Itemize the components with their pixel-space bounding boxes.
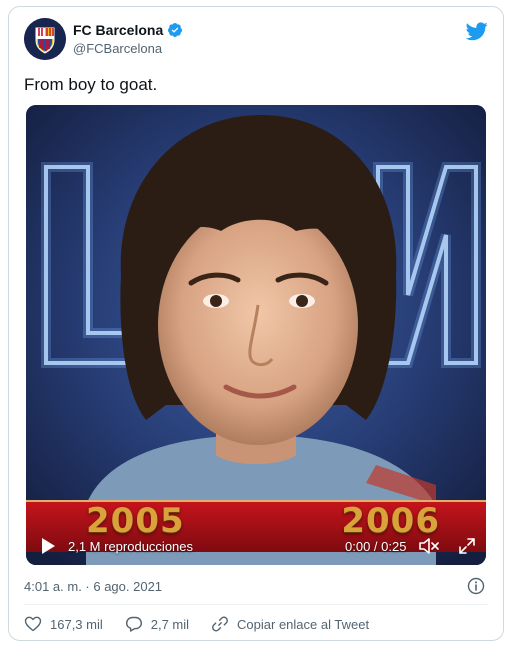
display-name-row: FC Barcelona bbox=[73, 22, 183, 38]
copy-link-button[interactable]: Copiar enlace al Tweet bbox=[211, 615, 369, 633]
reply-icon bbox=[125, 616, 142, 632]
divider bbox=[24, 604, 488, 605]
video-time: 0:00 / 0:25 bbox=[345, 539, 407, 554]
reply-button[interactable]: 2,7 mil bbox=[125, 615, 189, 633]
heart-icon bbox=[24, 616, 42, 632]
tweet-header: FC Barcelona @FCBarcelona bbox=[24, 18, 488, 66]
copy-link-label: Copiar enlace al Tweet bbox=[237, 616, 370, 632]
volume-icon[interactable] bbox=[418, 536, 440, 556]
like-button[interactable]: 167,3 mil bbox=[24, 615, 103, 633]
like-count: 167,3 mil bbox=[50, 616, 103, 632]
info-icon[interactable] bbox=[467, 577, 485, 595]
tweet-actions: 167,3 mil 2,7 mil Copiar enlace al Tweet bbox=[24, 614, 488, 634]
tweet-card: FC Barcelona @FCBarcelona From boy to go… bbox=[8, 6, 504, 641]
tweet-text: From boy to goat. bbox=[24, 75, 158, 94]
video-controls: 2,1 M reproducciones 0:00 / 0:25 bbox=[26, 529, 486, 565]
display-name[interactable]: FC Barcelona bbox=[73, 22, 163, 38]
tweet-timestamp[interactable]: 4:01 a. m. · 6 ago. 2021 bbox=[24, 579, 162, 594]
fullscreen-icon[interactable] bbox=[458, 537, 476, 555]
link-icon bbox=[212, 616, 229, 632]
account-names: FC Barcelona @FCBarcelona bbox=[73, 22, 183, 56]
play-icon[interactable] bbox=[40, 537, 56, 555]
club-crest-icon bbox=[24, 18, 66, 60]
twitter-bird-icon[interactable] bbox=[466, 20, 488, 42]
video-player[interactable]: 2005 2006 2,1 M reproducciones 0:00 / 0:… bbox=[26, 105, 486, 565]
reply-count: 2,7 mil bbox=[150, 616, 190, 632]
account-handle[interactable]: @FCBarcelona bbox=[73, 41, 183, 56]
video-thumbnail bbox=[26, 105, 486, 565]
avatar[interactable] bbox=[24, 18, 66, 60]
view-count: 2,1 M reproducciones bbox=[68, 539, 194, 554]
verified-badge-icon bbox=[168, 23, 183, 37]
